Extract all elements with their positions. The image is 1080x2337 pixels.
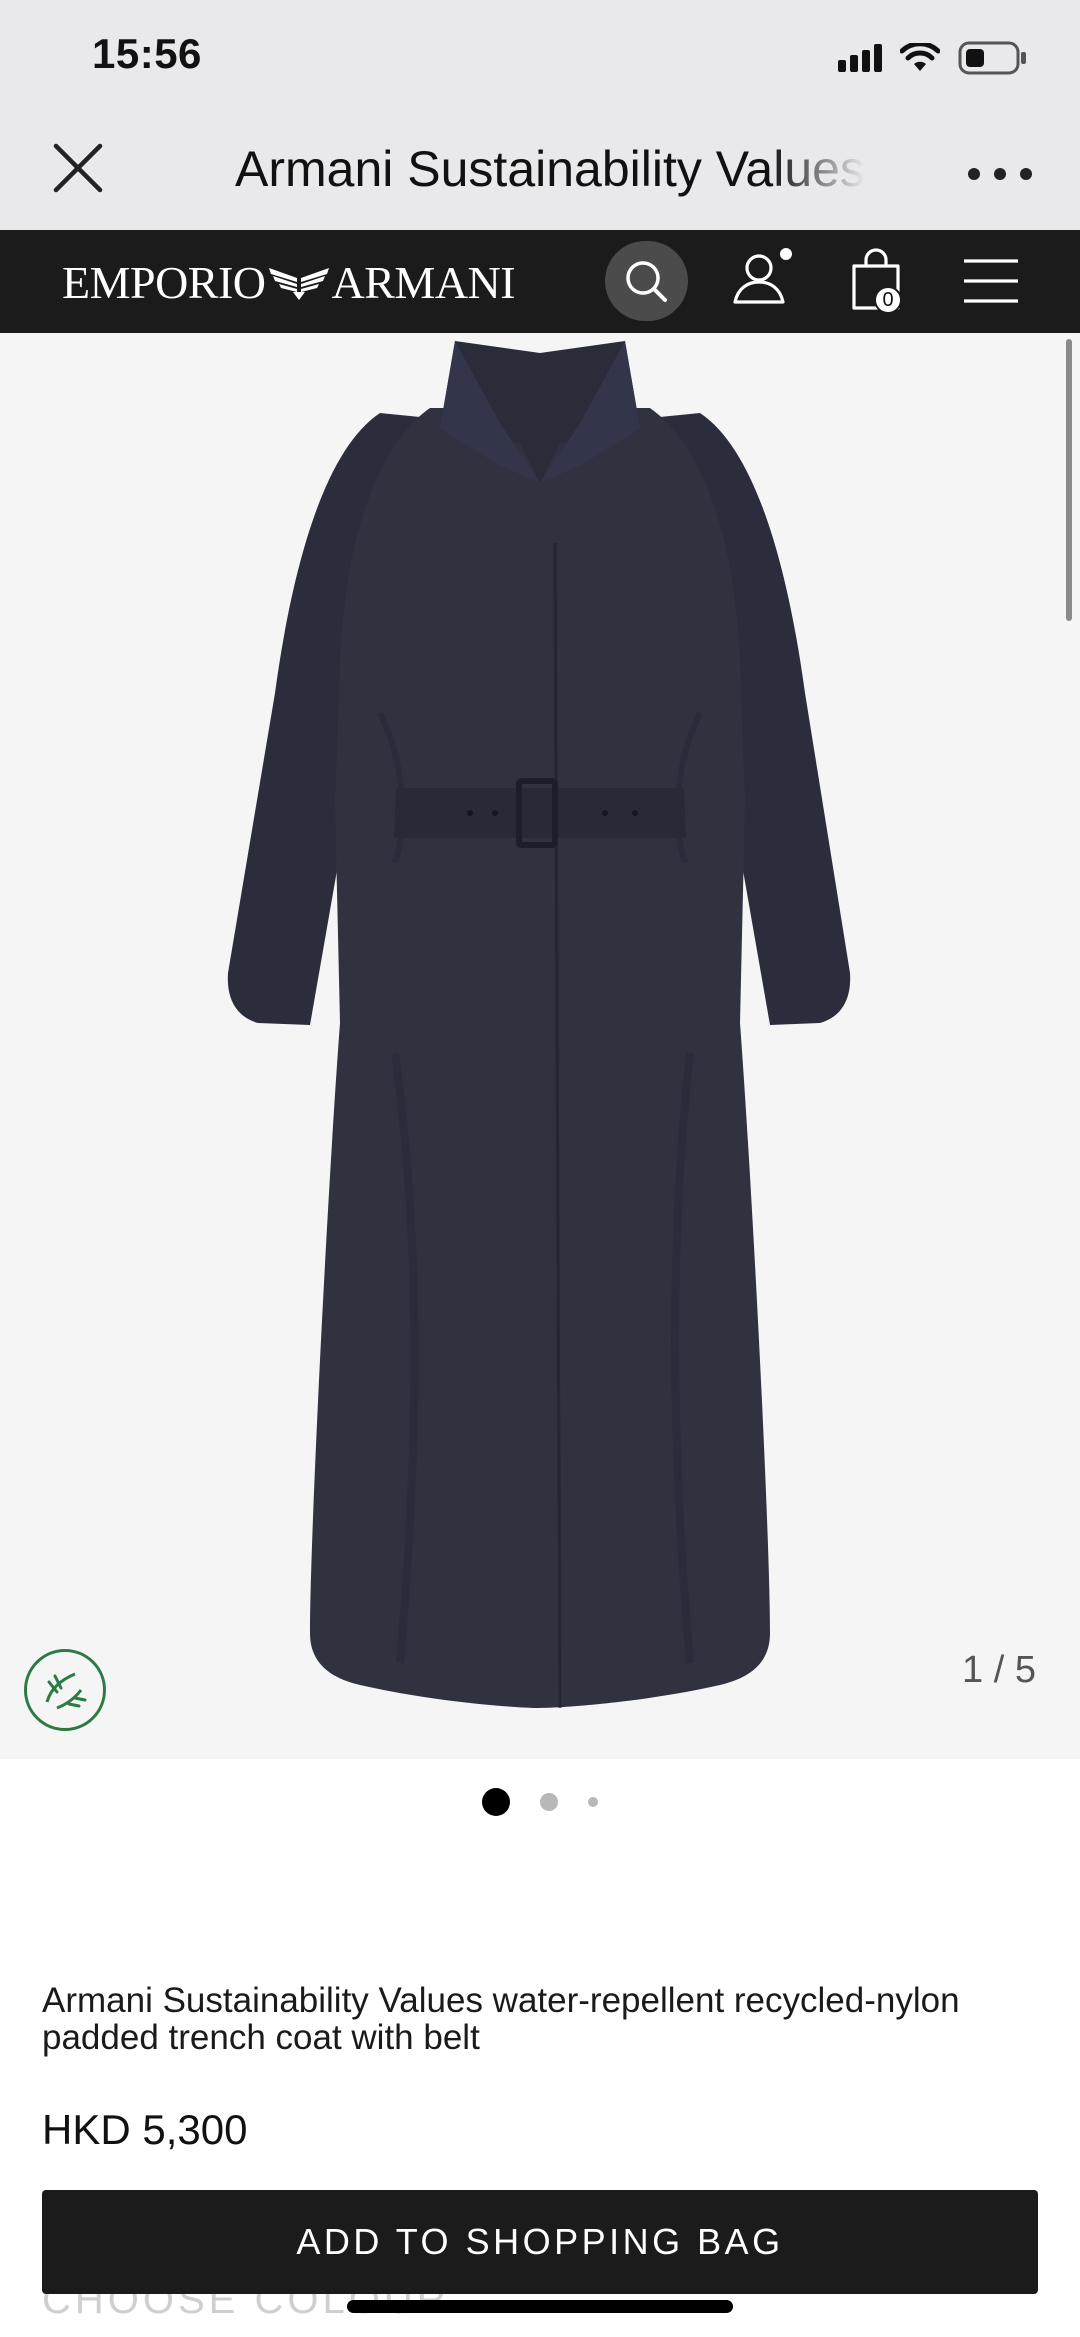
user-icon <box>733 248 792 304</box>
product-price: HKD 5,300 <box>42 2106 248 2153</box>
menu-button[interactable] <box>954 244 1026 316</box>
product-image <box>227 341 851 1709</box>
more-options-button[interactable] <box>968 166 1032 182</box>
browser-header: Armani Sustainability Values water-repel… <box>0 120 1080 230</box>
bag-count-badge: 0 <box>874 286 902 314</box>
battery-icon <box>958 41 1026 75</box>
browser-title: Armani Sustainability Values water-repel… <box>235 141 865 197</box>
status-bar: 15:56 <box>0 0 1080 120</box>
carousel-dot-active[interactable] <box>482 1788 510 1816</box>
site-nav: EMPORIO ARMANI 0 <box>0 230 1080 333</box>
search-button[interactable] <box>605 241 688 321</box>
brand-word-left: EMPORIO <box>62 256 266 308</box>
carousel-dot[interactable] <box>588 1797 598 1807</box>
add-to-shopping-bag-button[interactable]: ADD TO SHOPPING BAG <box>42 2190 1038 2294</box>
status-time: 15:56 <box>92 30 202 77</box>
carousel-dots <box>0 1787 1080 1817</box>
cellular-signal-icon <box>838 44 882 72</box>
carousel-dot[interactable] <box>540 1793 558 1811</box>
close-icon <box>53 143 103 193</box>
hamburger-menu-icon <box>964 259 1018 303</box>
product-image-gallery[interactable]: 1 / 5 <box>0 333 1080 1759</box>
product-name: Armani Sustainability Values water-repel… <box>42 1981 960 2057</box>
shopping-bag-button[interactable]: 0 <box>840 244 912 316</box>
image-counter: 1 / 5 <box>962 1649 1036 1691</box>
brand-logo[interactable]: EMPORIO ARMANI <box>62 252 516 312</box>
more-dot-icon <box>968 168 980 180</box>
scrollbar[interactable] <box>1066 339 1072 621</box>
brand-word-right: ARMANI <box>331 256 516 308</box>
sustainability-badge[interactable] <box>24 1649 106 1731</box>
close-button[interactable] <box>52 142 104 194</box>
leaf-icon <box>45 1672 87 1710</box>
more-dot-icon <box>1020 168 1032 180</box>
search-icon <box>626 261 667 302</box>
wifi-icon <box>900 43 940 71</box>
home-indicator[interactable] <box>347 2300 733 2313</box>
status-icons <box>838 38 1028 78</box>
eagle-logo-icon <box>268 268 329 300</box>
more-dot-icon <box>994 168 1006 180</box>
account-button[interactable] <box>726 244 798 316</box>
